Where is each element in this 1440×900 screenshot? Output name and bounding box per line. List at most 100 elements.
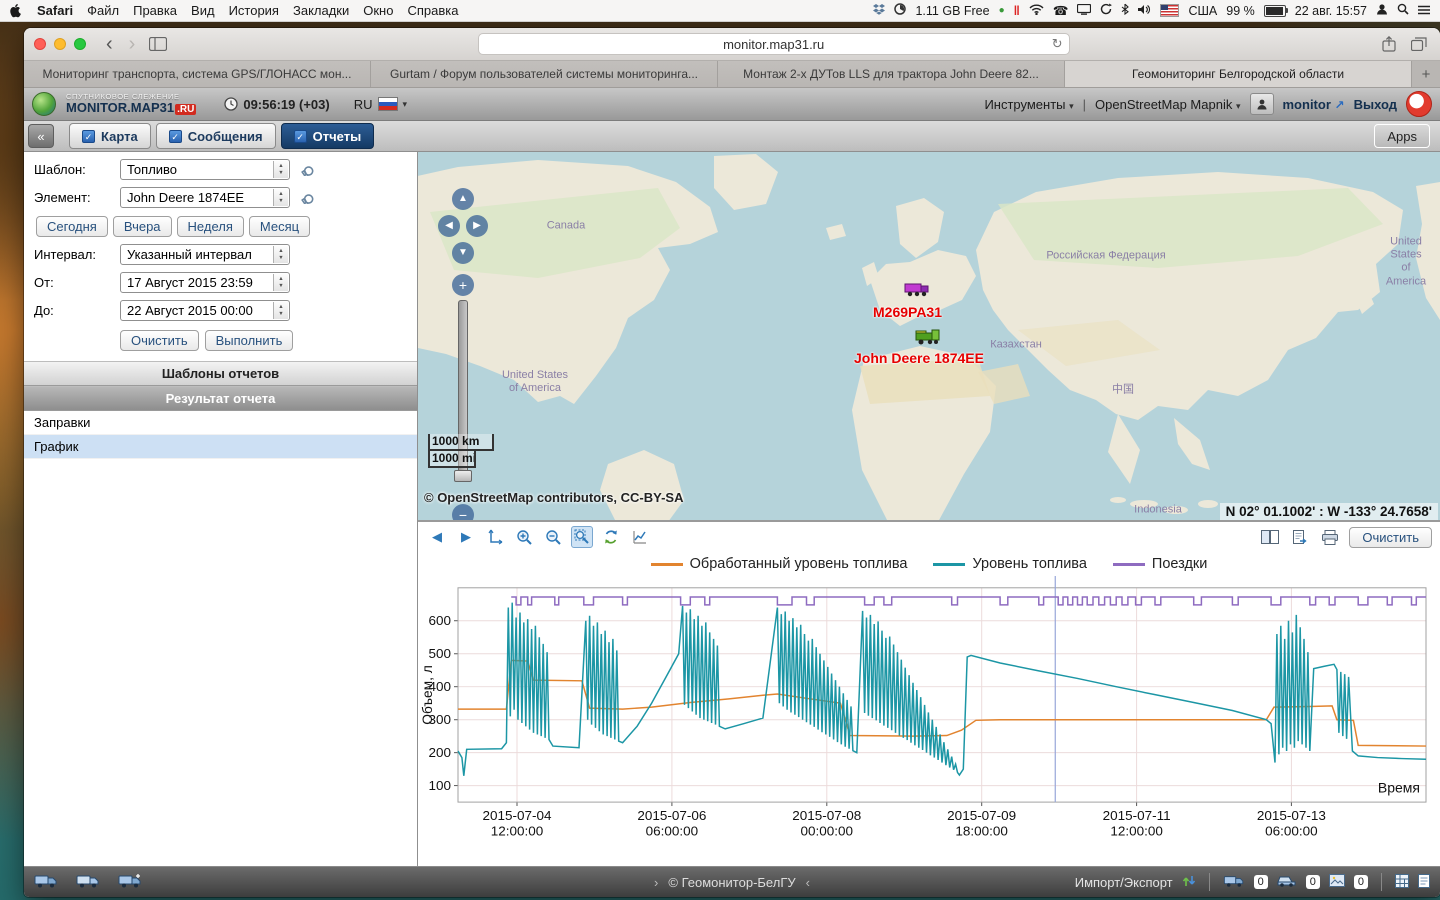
- display-icon[interactable]: [1077, 4, 1091, 18]
- zoom-out-chart-icon[interactable]: [542, 526, 564, 548]
- media-icon[interactable]: [1329, 874, 1345, 890]
- menu-window[interactable]: Окно: [363, 3, 393, 18]
- fuel-chart[interactable]: 1002003004005006002015-07-0412:00:002015…: [418, 576, 1440, 866]
- run-report-button[interactable]: Выполнить: [205, 330, 294, 351]
- new-tab-button[interactable]: +: [1412, 61, 1440, 87]
- export-icon[interactable]: [1289, 526, 1311, 548]
- tracked-vehicles-icon[interactable]: [1277, 874, 1297, 890]
- section-report-templates[interactable]: Шаблоны отчетов: [24, 361, 417, 386]
- battery-icon[interactable]: [1264, 5, 1286, 17]
- date-stepper-icon[interactable]: ▲▼: [273, 302, 288, 319]
- spotlight-icon[interactable]: [1397, 3, 1409, 18]
- menu-file[interactable]: Файл: [87, 3, 119, 18]
- from-date-input[interactable]: 17 Август 2015 23:59 ▲▼: [120, 272, 290, 293]
- import-export-link[interactable]: Импорт/Экспорт: [1075, 875, 1173, 890]
- language-selector[interactable]: RU ▾: [354, 97, 407, 112]
- zoom-window-button[interactable]: [74, 38, 86, 50]
- clear-chart-button[interactable]: Очистить: [1349, 527, 1432, 548]
- status-dot-icon[interactable]: ●: [999, 5, 1005, 16]
- browser-tab-3[interactable]: Монтаж 2-х ДУТов LLS для трактора John D…: [718, 61, 1065, 87]
- share-icon[interactable]: [1378, 35, 1400, 53]
- pan-chart-left-button[interactable]: ◀: [426, 526, 448, 548]
- reports-checkbox[interactable]: ✓: [294, 130, 307, 143]
- map-provider-menu[interactable]: OpenStreetMap Mapnik ▾: [1095, 97, 1240, 112]
- menu-bookmarks[interactable]: Закладки: [293, 3, 349, 18]
- input-language-label[interactable]: США: [1188, 4, 1217, 18]
- pan-chart-right-button[interactable]: ▶: [455, 526, 477, 548]
- axis-settings-icon[interactable]: [484, 526, 506, 548]
- date-stepper-icon[interactable]: ▲▼: [273, 274, 288, 291]
- zoom-in-chart-icon[interactable]: [513, 526, 535, 548]
- range-yesterday-button[interactable]: Вчера: [113, 216, 172, 237]
- vehicle-label-john-deere[interactable]: John Deere 1874EE: [854, 350, 984, 366]
- map-canvas[interactable]: CanadaUnited States of AmericaРоссийская…: [418, 152, 1440, 522]
- units-truck-icon-3[interactable]: [118, 873, 142, 892]
- tab-messages[interactable]: ✓ Сообщения: [156, 123, 276, 149]
- browser-tab-1[interactable]: Мониторинг транспорта, система GPS/ГЛОНА…: [24, 61, 371, 87]
- map-checkbox[interactable]: ✓: [82, 130, 95, 143]
- chevron-left-icon[interactable]: ‹: [806, 875, 810, 890]
- legend-item[interactable]: Поездки: [1113, 556, 1207, 572]
- sidebar-toggle-icon[interactable]: [147, 35, 169, 53]
- tab-overview-icon[interactable]: [1408, 35, 1430, 53]
- input-language-flag-icon[interactable]: [1160, 4, 1179, 17]
- zoom-out-button[interactable]: −: [452, 504, 474, 522]
- result-item-refuels[interactable]: Заправки: [24, 411, 417, 435]
- apple-menu-icon[interactable]: [10, 4, 23, 18]
- battery-percent[interactable]: 99 %: [1226, 4, 1255, 18]
- units-truck-icon-2[interactable]: [76, 873, 100, 892]
- volume-icon[interactable]: [1138, 4, 1151, 18]
- browser-tab-4-active[interactable]: Геомониторинг Белгородской области: [1065, 61, 1412, 87]
- range-today-button[interactable]: Сегодня: [36, 216, 108, 237]
- select-stepper-icon[interactable]: ▲▼: [273, 189, 288, 206]
- vehicle-marker-harvester[interactable]: [914, 328, 942, 351]
- chevron-right-icon[interactable]: ›: [654, 875, 658, 890]
- element-select[interactable]: John Deere 1874EE ▲▼: [120, 187, 290, 208]
- zoom-in-button[interactable]: +: [452, 274, 474, 296]
- zoom-selection-icon[interactable]: [571, 526, 593, 548]
- bluetooth-icon[interactable]: [1121, 3, 1129, 18]
- free-space-text[interactable]: 1.11 GB Free: [915, 4, 989, 18]
- apps-button[interactable]: Apps: [1374, 124, 1430, 148]
- address-bar[interactable]: monitor.map31.ru ↻: [478, 33, 1070, 55]
- reload-icon[interactable]: ↻: [1052, 36, 1063, 52]
- range-week-button[interactable]: Неделя: [177, 216, 244, 237]
- interval-select[interactable]: Указанный интервал ▲▼: [120, 244, 290, 265]
- minimize-window-button[interactable]: [54, 38, 66, 50]
- split-view-icon[interactable]: [1259, 526, 1281, 548]
- menubar-clock[interactable]: 22 авг. 15:57: [1295, 4, 1367, 18]
- clear-report-button[interactable]: Очистить: [120, 330, 199, 351]
- wifi-icon[interactable]: [1029, 4, 1044, 18]
- parallels-icon[interactable]: ‖: [1014, 4, 1020, 18]
- legend-item[interactable]: Обработанный уровень топлива: [651, 556, 908, 572]
- collapse-sidebar-button[interactable]: «: [28, 124, 54, 148]
- disk-space-icon[interactable]: [894, 3, 906, 18]
- result-item-chart-selected[interactable]: График: [24, 435, 417, 459]
- pan-right-button[interactable]: ▶: [466, 215, 488, 237]
- monitored-units-icon[interactable]: [1223, 874, 1245, 891]
- refresh-chart-icon[interactable]: [600, 526, 622, 548]
- import-export-icon[interactable]: [1182, 874, 1196, 891]
- sync-icon[interactable]: [1100, 3, 1112, 18]
- zoom-slider-handle[interactable]: [454, 470, 472, 482]
- tab-map[interactable]: ✓ Карта: [69, 123, 151, 149]
- edit-template-wrench-icon[interactable]: [300, 161, 317, 179]
- section-report-result[interactable]: Результат отчета: [24, 386, 417, 411]
- menu-history[interactable]: История: [229, 3, 279, 18]
- log-tool-icon[interactable]: [1418, 874, 1430, 891]
- pan-left-button[interactable]: ◀: [438, 215, 460, 237]
- account-link[interactable]: monitor ↗: [1283, 97, 1345, 112]
- close-window-button[interactable]: [34, 38, 46, 50]
- vehicle-marker-truck[interactable]: [904, 280, 930, 303]
- units-truck-icon-1[interactable]: [34, 873, 58, 892]
- menu-edit[interactable]: Правка: [133, 3, 177, 18]
- table-tool-icon[interactable]: [1395, 874, 1409, 891]
- template-select[interactable]: Топливо ▲▼: [120, 159, 290, 180]
- to-date-input[interactable]: 22 Август 2015 00:00 ▲▼: [120, 300, 290, 321]
- app-badge-icon[interactable]: [1406, 91, 1432, 117]
- legend-item[interactable]: Уровень топлива: [933, 556, 1086, 572]
- phone-icon[interactable]: ☎: [1053, 3, 1069, 18]
- select-stepper-icon[interactable]: ▲▼: [273, 161, 288, 178]
- vehicle-label-m269pa31[interactable]: M269PA31: [873, 304, 942, 320]
- pan-up-button[interactable]: ▲: [452, 188, 474, 210]
